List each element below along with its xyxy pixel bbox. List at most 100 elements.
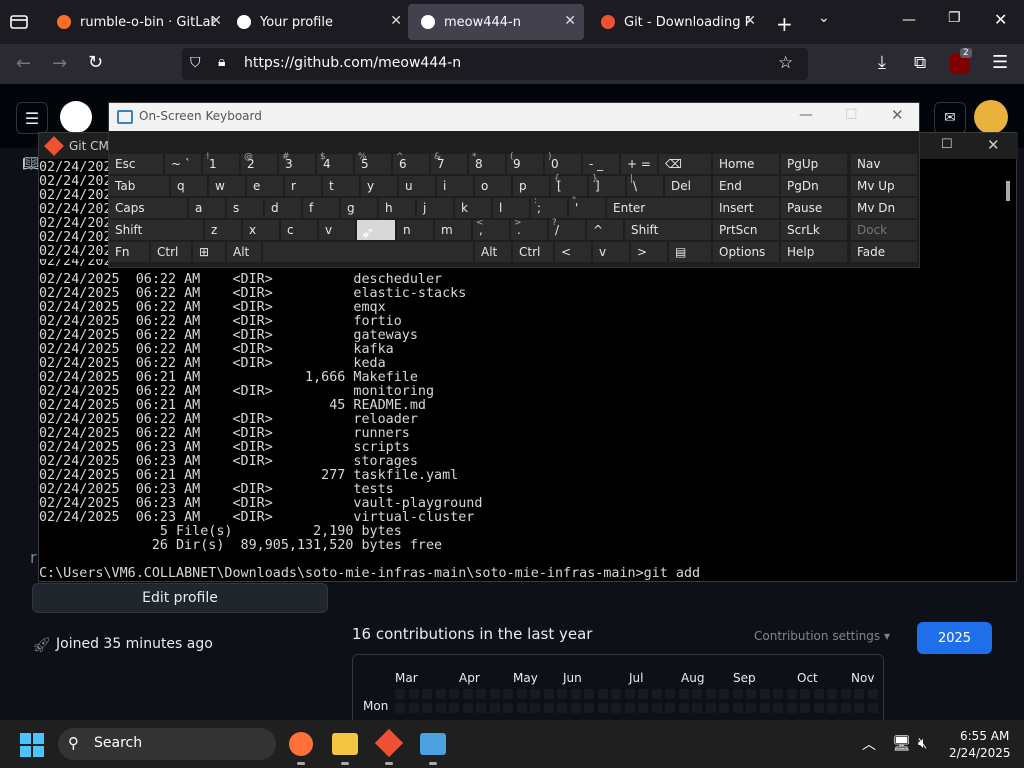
osk-nav-key[interactable]: Mv Dn (851, 198, 917, 218)
osk-key[interactable]: 1! (203, 152, 239, 174)
contribution-cell[interactable] (732, 703, 743, 713)
osk-key[interactable]: Tab (109, 176, 169, 196)
contribution-cell[interactable] (489, 689, 500, 699)
osk-key[interactable]: ⌫ (659, 154, 711, 174)
contribution-cell[interactable] (435, 689, 446, 699)
url-bar[interactable]: ⛉ 🔒︎ https://github.com/meow444-n ☆ (182, 48, 808, 80)
contribution-cell[interactable] (867, 703, 878, 713)
osk-key[interactable]: 3 # (279, 152, 315, 174)
osk-key[interactable] (263, 242, 473, 262)
osk-key[interactable]: Enter (607, 198, 711, 218)
clock-time[interactable]: 6:55 AM (960, 729, 1009, 743)
osk-nav-key[interactable]: Fade (851, 242, 917, 262)
osk-key[interactable]: d (265, 198, 301, 218)
contribution-cell[interactable] (570, 689, 581, 699)
contribution-cell[interactable] (854, 689, 864, 699)
osk-nav-key[interactable]: End (713, 176, 779, 196)
contribution-cell[interactable] (597, 689, 608, 699)
osk-maximize-icon[interactable]: ☐ (845, 107, 858, 123)
network-icon[interactable]: 🖥︎ (892, 734, 911, 752)
on-screen-keyboard[interactable]: On-Screen Keyboard — ☐ ✕ Esc ~ ` 1! 2 @3 #4 $5… (108, 102, 920, 268)
contribution-cell[interactable] (408, 703, 419, 713)
contribution-cell[interactable] (543, 689, 554, 699)
osk-key[interactable]: < (555, 242, 591, 262)
osk-key[interactable]: ▤ (669, 242, 711, 262)
osk-key[interactable]: n (397, 220, 433, 240)
contribution-cell[interactable] (705, 703, 716, 713)
firefox-taskbar-icon[interactable] (289, 732, 313, 756)
osk-key[interactable]: s (227, 198, 263, 218)
contribution-cell[interactable] (503, 703, 513, 713)
osk-key[interactable]: c (281, 220, 317, 240)
restore-icon[interactable]: ❐ (948, 10, 961, 26)
osk-key[interactable]: ;: (531, 196, 567, 218)
contribution-cell[interactable] (395, 703, 405, 713)
osk-key[interactable]: 6 ^ (393, 152, 429, 174)
osk-key[interactable]: ]} (589, 174, 625, 196)
osk-key[interactable]: [{ (551, 174, 587, 196)
osk-nav-key[interactable]: PgDn (781, 176, 847, 196)
contribution-cell[interactable] (854, 703, 864, 713)
reload-icon[interactable]: ↻ (88, 52, 103, 73)
osk-key[interactable]: r (285, 176, 321, 196)
contribution-cell[interactable] (759, 689, 770, 699)
contribution-cell[interactable] (746, 689, 756, 699)
bookmark-star-icon[interactable]: ☆ (778, 53, 793, 73)
osk-nav-key[interactable]: Nav (851, 154, 917, 174)
osk-key[interactable]: t (323, 176, 359, 196)
osk-key[interactable]: 8 * (469, 152, 505, 174)
minimize-icon[interactable]: — (902, 12, 916, 28)
contribution-cell[interactable] (489, 703, 500, 713)
contribution-settings-dropdown[interactable]: Contribution settings ▾ (754, 629, 890, 643)
contribution-cell[interactable] (786, 689, 797, 699)
contribution-cell[interactable] (557, 689, 567, 699)
osk-key[interactable]: Caps (109, 198, 187, 218)
contribution-cell[interactable] (462, 703, 473, 713)
osk-nav-key[interactable]: Dock (851, 220, 917, 240)
contribution-cell[interactable] (651, 689, 662, 699)
osk-nav-key[interactable]: PrtScn (713, 220, 779, 240)
contribution-cell[interactable] (516, 689, 527, 699)
volume-muted-icon[interactable]: 🔇︎ (918, 734, 927, 752)
shield-icon[interactable]: ⛉ (190, 55, 201, 71)
file-explorer-taskbar-icon[interactable] (332, 733, 358, 755)
osk-key[interactable]: j (417, 198, 453, 218)
osk-key[interactable]: Shift (109, 220, 203, 240)
contribution-cell[interactable] (503, 689, 513, 699)
browser-tab[interactable]: meow444-n ✕ (408, 4, 584, 40)
contribution-cell[interactable] (435, 703, 446, 713)
app-menu-icon[interactable]: ☰ (992, 52, 1008, 73)
browser-tab[interactable]: Git - Downloading Pack✕ (588, 4, 764, 40)
contribution-cell[interactable] (651, 703, 662, 713)
contribution-cell[interactable] (840, 703, 851, 713)
contribution-cell[interactable] (773, 703, 783, 713)
contribution-cell[interactable] (813, 689, 824, 699)
contribution-cell[interactable] (746, 703, 756, 713)
osk-key[interactable]: h (379, 198, 415, 218)
osk-key[interactable]: 2 @ (241, 152, 277, 174)
osk-key[interactable]: 4 $ (317, 152, 353, 174)
osk-nav-key[interactable]: Home (713, 154, 779, 174)
contribution-cell[interactable] (611, 703, 621, 713)
osk-taskbar-icon[interactable] (420, 733, 446, 755)
contribution-cell[interactable] (516, 703, 527, 713)
contribution-cell[interactable] (867, 689, 878, 699)
osk-key[interactable]: x (243, 220, 279, 240)
contribution-cell[interactable] (395, 689, 405, 699)
contribution-cell[interactable] (827, 703, 837, 713)
contribution-cell[interactable] (624, 703, 635, 713)
osk-key[interactable]: e (247, 176, 283, 196)
contribution-cell[interactable] (638, 689, 648, 699)
osk-key[interactable]: p (513, 176, 549, 196)
osk-nav-key[interactable]: Help (781, 242, 847, 262)
osk-minimize-icon[interactable]: — (799, 107, 813, 123)
contribution-cell[interactable] (678, 689, 689, 699)
contribution-cell[interactable] (408, 689, 419, 699)
osk-key[interactable]: Ctrl (151, 242, 191, 262)
avatar[interactable] (974, 100, 1008, 134)
osk-titlebar[interactable]: On-Screen Keyboard — ☐ ✕ (109, 103, 919, 131)
osk-nav-key[interactable]: Pause (781, 198, 847, 218)
contribution-cell[interactable] (665, 689, 675, 699)
osk-key[interactable]: \ | (627, 174, 663, 196)
downloads-icon[interactable]: ⤓ (878, 52, 886, 73)
